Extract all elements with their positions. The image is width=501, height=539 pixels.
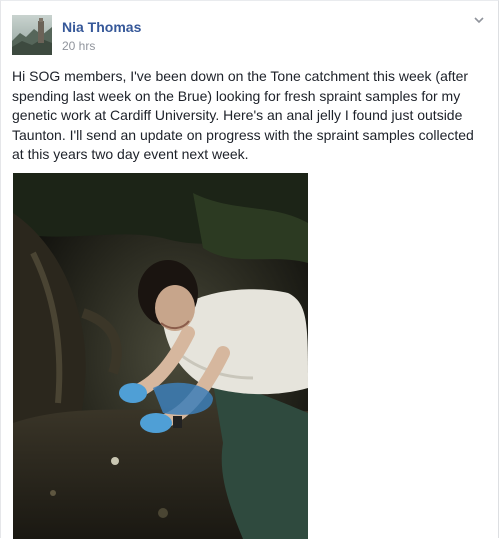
author-name[interactable]: Nia Thomas	[62, 18, 141, 36]
avatar[interactable]	[12, 15, 52, 55]
feed-post: Nia Thomas 20 hrs Hi SOG members, I've b…	[0, 0, 499, 539]
chevron-down-icon[interactable]	[472, 13, 486, 27]
post-timestamp[interactable]: 20 hrs	[62, 39, 95, 53]
post-text: Hi SOG members, I've been down on the To…	[12, 68, 474, 162]
post-photo[interactable]	[13, 173, 308, 539]
photo-image	[13, 173, 308, 539]
avatar-image	[12, 15, 52, 55]
